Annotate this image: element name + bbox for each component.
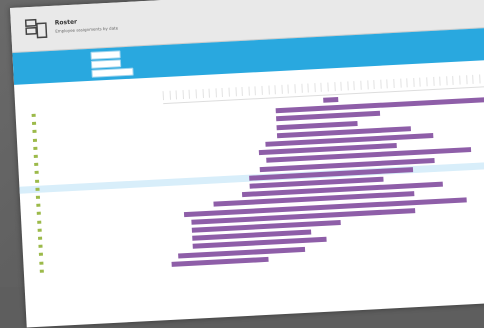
app-window: Roster Employee assignments by date	[10, 0, 484, 328]
row-status-icon	[37, 220, 42, 224]
app-subtitle: Employee assignments by date	[55, 25, 119, 34]
app-title: Roster	[54, 18, 78, 27]
row-status-icon	[32, 121, 37, 126]
row-status-icon	[35, 179, 40, 183]
row-status-icon	[36, 212, 41, 216]
column-header-2	[86, 79, 127, 107]
roster-logo-icon	[24, 18, 48, 39]
row-status-icon	[35, 187, 40, 191]
filter-input-1[interactable]	[90, 50, 121, 60]
row-status-icon	[38, 244, 43, 249]
assignment-bar[interactable]	[323, 96, 339, 103]
filter-input-3[interactable]	[91, 67, 134, 78]
row-status-icon	[39, 261, 44, 265]
row-status-icon	[35, 195, 41, 199]
row-status-icon	[36, 203, 41, 208]
row-status-icon	[39, 269, 44, 273]
row-status-icon	[31, 113, 36, 118]
row-status-icon	[34, 171, 39, 175]
column-header-1	[32, 82, 73, 110]
row-status-icon	[34, 162, 39, 167]
row-status-icon	[37, 228, 42, 232]
timeline-day-cell	[478, 74, 484, 84]
filter-input-2[interactable]	[90, 59, 122, 69]
row-status-icon	[32, 130, 37, 134]
row-status-icon	[38, 253, 44, 257]
row-status-icon	[32, 138, 38, 142]
row-status-icon	[33, 154, 38, 158]
column-header-3	[132, 77, 163, 105]
row-status-icon	[33, 146, 38, 150]
row-status-icon	[38, 236, 43, 240]
